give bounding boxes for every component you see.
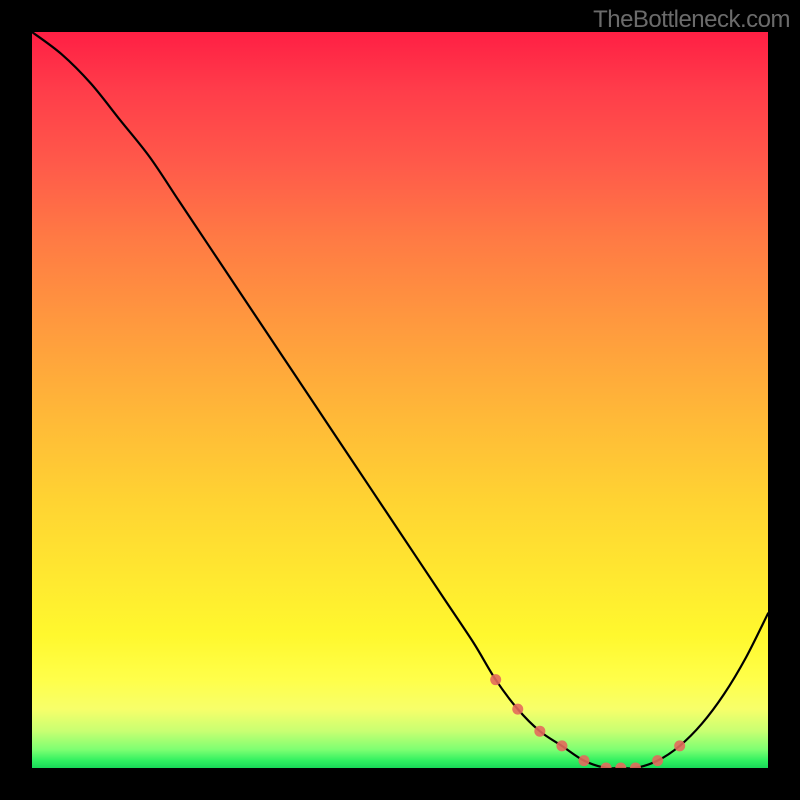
watermark-text: TheBottleneck.com (593, 6, 790, 34)
marker-dot (534, 726, 545, 737)
marker-dot (556, 740, 567, 751)
bottleneck-curve-path (32, 32, 768, 768)
marker-dot (490, 674, 501, 685)
optimal-range-markers (490, 674, 685, 768)
marker-dot (601, 763, 612, 769)
marker-dot (630, 763, 641, 769)
curve-svg (32, 32, 768, 768)
marker-dot (615, 763, 626, 769)
marker-dot (579, 755, 590, 766)
marker-dot (652, 755, 663, 766)
plot-area (32, 32, 768, 768)
chart-container: TheBottleneck.com (0, 0, 800, 800)
marker-dot (674, 740, 685, 751)
marker-dot (512, 704, 523, 715)
